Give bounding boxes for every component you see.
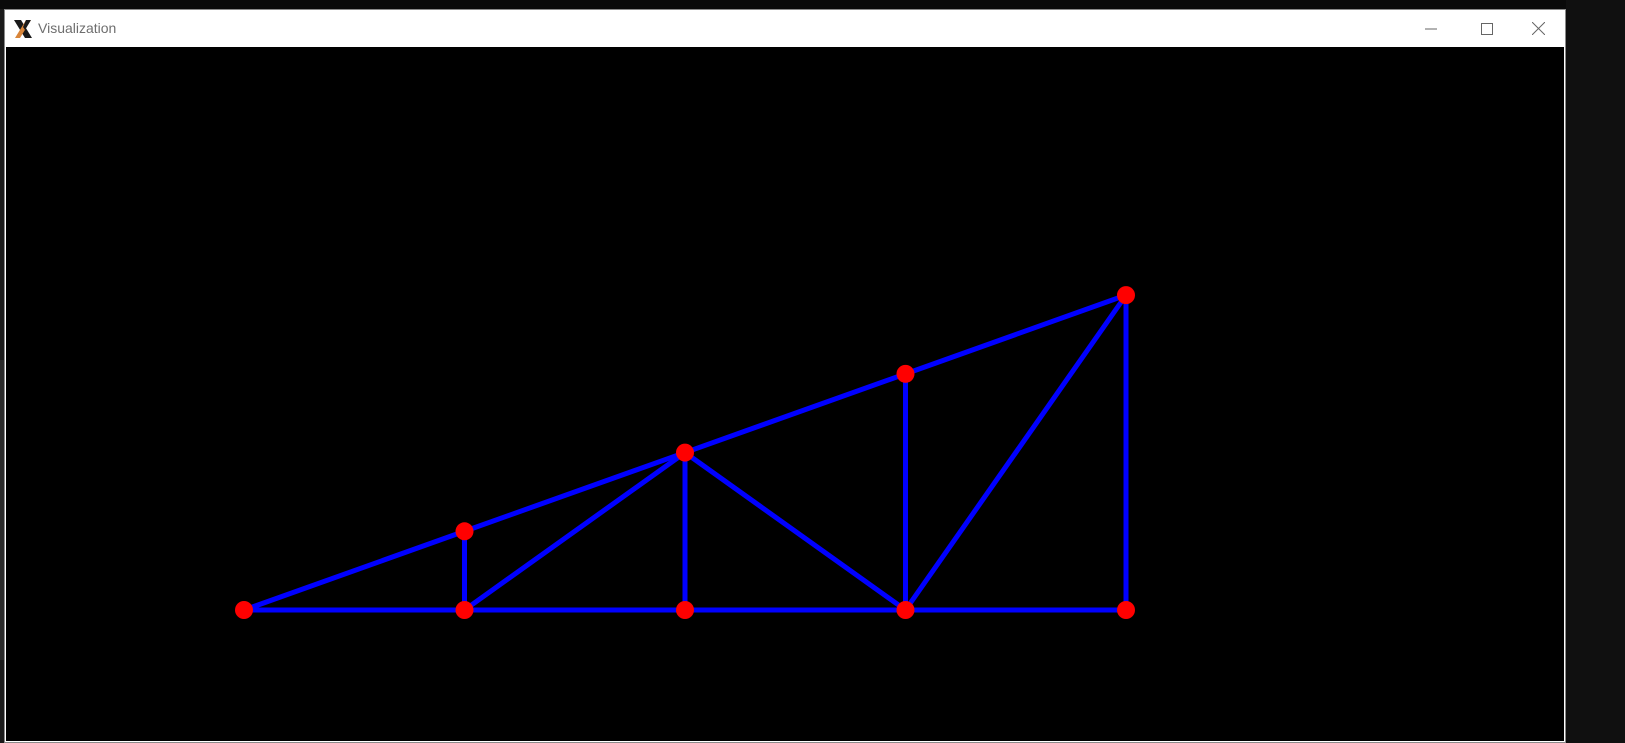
visualization-window: Visualization [4,9,1566,743]
minimize-icon [1425,28,1437,29]
truss-joint-5 [455,522,474,541]
truss-joint-8 [1117,286,1135,305]
truss-joint-1 [455,601,474,619]
truss-diagram [6,47,1564,741]
truss-joint-4 [1117,601,1135,619]
truss-joint-7 [896,364,915,383]
visualization-canvas[interactable] [6,47,1564,741]
title-bar[interactable]: Visualization [5,10,1565,47]
x-app-icon [14,20,32,38]
maximize-icon [1481,22,1493,35]
truss-joint-3 [896,601,915,619]
close-icon [1531,22,1545,35]
truss-joint-2 [676,601,694,619]
desktop-background [0,0,1625,9]
close-button[interactable] [1510,10,1566,47]
truss-joint-6 [676,443,694,462]
window-title: Visualization [38,20,117,36]
desktop-edge [1566,0,1625,743]
minimize-button[interactable] [1403,10,1459,47]
truss-joint-0 [235,601,253,619]
canvas-background [6,47,1564,741]
maximize-button[interactable] [1459,10,1515,47]
